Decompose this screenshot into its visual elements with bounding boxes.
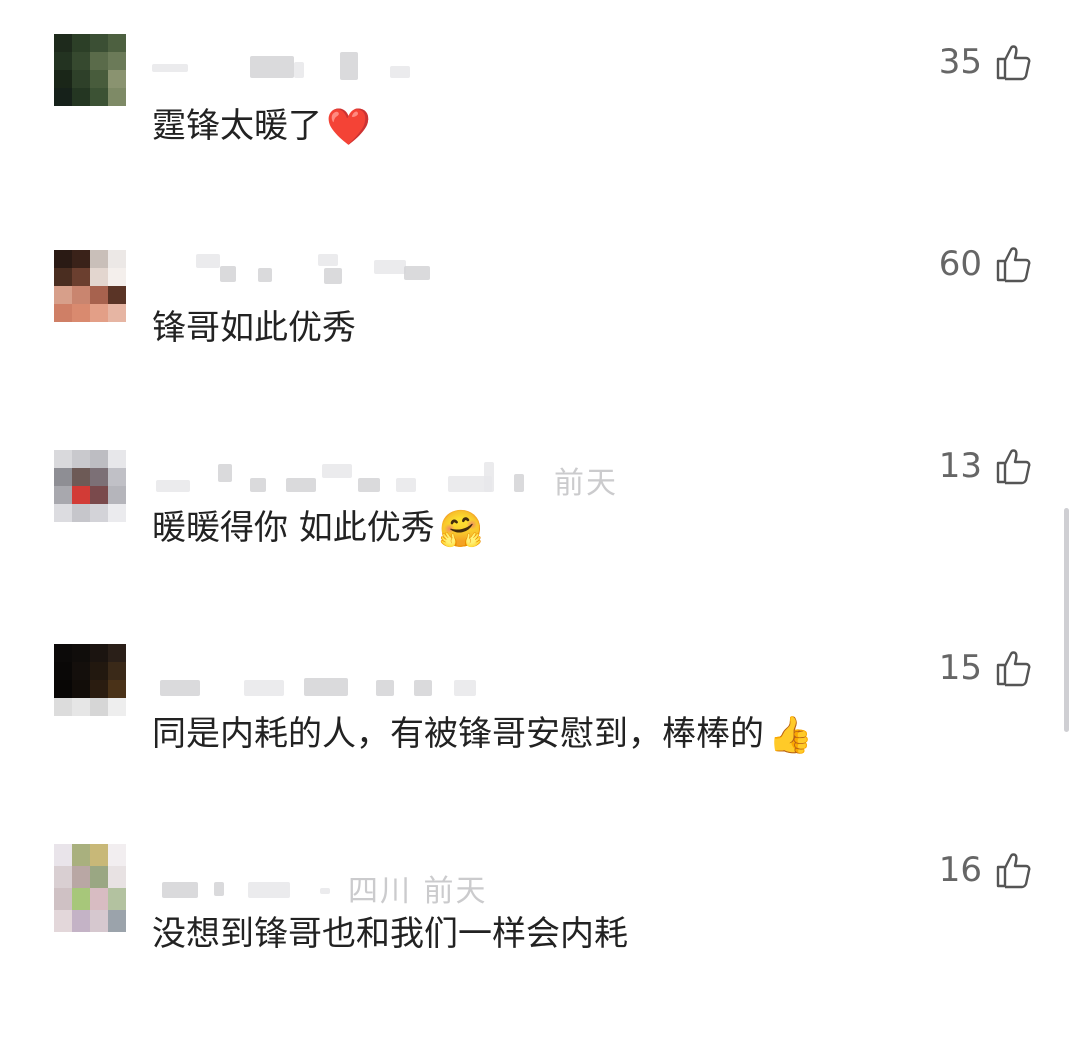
comment-text: 锋哥如此优秀 (152, 304, 356, 352)
like-count: 16 (938, 850, 982, 890)
avatar[interactable] (54, 250, 126, 322)
comment-item: 霆锋太暖了 ❤️ 35 (0, 34, 1080, 234)
comment-text: 没想到锋哥也和我们一样会内耗 (152, 910, 628, 958)
thumbs-up-icon[interactable] (994, 42, 1034, 82)
avatar[interactable] (54, 844, 126, 932)
avatar[interactable] (54, 450, 126, 522)
like-control[interactable]: 15 (939, 646, 1034, 690)
avatar[interactable] (54, 34, 126, 106)
hugging-face-emoji-icon: 🤗 (438, 508, 484, 550)
like-count: 60 (938, 244, 982, 284)
like-control[interactable]: 35 (939, 40, 1034, 84)
comment-item: 四川 前天 没想到锋哥也和我们一样会内耗 16 (0, 842, 1080, 1042)
comment-text-content: 暖暖得你 如此优秀 (152, 508, 435, 548)
thumbs-up-icon[interactable] (994, 850, 1034, 890)
avatar[interactable] (54, 644, 126, 716)
thumbs-up-icon[interactable] (994, 446, 1034, 486)
username-blurred[interactable]: 四川 前天 (152, 860, 672, 909)
comment-meta: 前天 (554, 466, 618, 501)
thumbs-up-emoji-icon: 👍 (768, 714, 813, 756)
like-count: 15 (938, 648, 982, 688)
comment-text-content: 霆锋太暖了 (152, 106, 322, 146)
comment-text-content: 同是内耗的人，有被锋哥安慰到，棒棒的 (152, 714, 764, 754)
comment-text-content: 没想到锋哥也和我们一样会内耗 (152, 914, 628, 954)
like-count: 13 (938, 446, 982, 486)
comment-text-content: 锋哥如此优秀 (152, 308, 356, 348)
comment-item: 同是内耗的人，有被锋哥安慰到，棒棒的 👍 15 (0, 640, 1080, 840)
like-count: 35 (938, 42, 982, 82)
like-control[interactable]: 16 (939, 848, 1034, 892)
comment-text: 霆锋太暖了 ❤️ (152, 102, 371, 150)
comment-meta: 四川 前天 (348, 874, 488, 909)
comment-item: 锋哥如此优秀 60 (0, 236, 1080, 436)
comment-text: 暖暖得你 如此优秀 🤗 (152, 504, 484, 552)
like-control[interactable]: 13 (939, 444, 1034, 488)
username-blurred[interactable] (152, 254, 672, 290)
comment-item: 前天 暖暖得你 如此优秀 🤗 13 (0, 438, 1080, 638)
heart-emoji-icon: ❤️ (326, 106, 371, 148)
thumbs-up-icon[interactable] (994, 648, 1034, 688)
username-blurred[interactable] (152, 658, 672, 696)
comment-text: 同是内耗的人，有被锋哥安慰到，棒棒的 👍 (152, 710, 813, 758)
username-blurred[interactable] (152, 52, 672, 88)
thumbs-up-icon[interactable] (994, 244, 1034, 284)
like-control[interactable]: 60 (939, 242, 1034, 286)
scrollbar[interactable] (1064, 508, 1069, 732)
username-blurred[interactable]: 前天 (152, 456, 672, 501)
